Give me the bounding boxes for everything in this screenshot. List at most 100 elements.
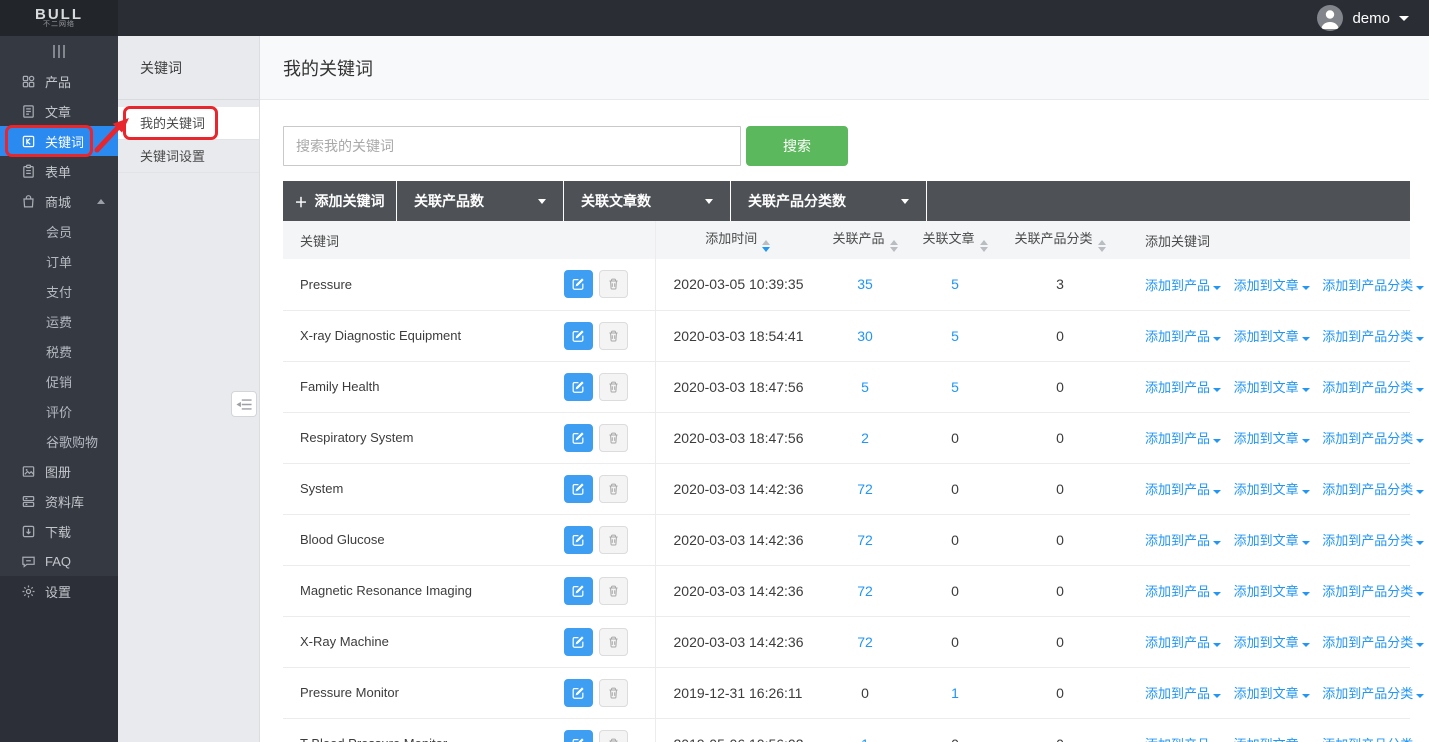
related-products-count[interactable]: 72 — [857, 583, 873, 599]
sidebar-item-promotion[interactable]: 促销 — [0, 366, 118, 396]
user-menu[interactable]: demo — [1317, 5, 1429, 31]
filter-related-products-dropdown[interactable]: 关联产品数 — [397, 181, 564, 221]
subnav-item-my-keywords[interactable]: 我的关键词 — [118, 107, 259, 140]
add-to-article-link[interactable]: 添加到文章 — [1234, 635, 1310, 650]
add-to-product-link[interactable]: 添加到产品 — [1145, 278, 1221, 293]
delete-button[interactable] — [599, 628, 628, 656]
add-to-product-link[interactable]: 添加到产品 — [1145, 686, 1221, 701]
edit-button[interactable] — [564, 730, 593, 742]
sidebar-item-library[interactable]: 资料库 — [0, 486, 118, 516]
add-to-article-link[interactable]: 添加到文章 — [1234, 278, 1310, 293]
delete-button[interactable] — [599, 577, 628, 605]
add-keyword-button[interactable]: 添加关键词 — [283, 181, 397, 221]
header-added-time[interactable]: 添加时间 — [655, 221, 820, 259]
related-products-count[interactable]: 30 — [857, 328, 873, 344]
add-to-category-link[interactable]: 添加到产品分类 — [1322, 380, 1424, 395]
edit-button[interactable] — [564, 424, 593, 452]
related-articles-count[interactable]: 0 — [951, 736, 959, 742]
sidebar-item-shipping[interactable]: 运费 — [0, 306, 118, 336]
add-to-article-link[interactable]: 添加到文章 — [1234, 584, 1310, 599]
sidebar-item-forms[interactable]: 表单 — [0, 156, 118, 186]
related-articles-count[interactable]: 0 — [951, 481, 959, 497]
add-to-product-link[interactable]: 添加到产品 — [1145, 482, 1221, 497]
add-to-article-link[interactable]: 添加到文章 — [1234, 380, 1310, 395]
related-products-count[interactable]: 35 — [857, 276, 873, 292]
related-products-count[interactable]: 72 — [857, 634, 873, 650]
add-to-article-link[interactable]: 添加到文章 — [1234, 533, 1310, 548]
delete-button[interactable] — [599, 424, 628, 452]
add-to-article-link[interactable]: 添加到文章 — [1234, 329, 1310, 344]
delete-button[interactable] — [599, 526, 628, 554]
sidebar-item-google-shopping[interactable]: 谷歌购物 — [0, 426, 118, 456]
sidebar-item-orders[interactable]: 订单 — [0, 246, 118, 276]
collapse-sidebar-button[interactable] — [0, 36, 118, 66]
delete-button[interactable] — [599, 373, 628, 401]
add-to-category-link[interactable]: 添加到产品分类 — [1322, 737, 1424, 742]
related-articles-count[interactable]: 0 — [951, 583, 959, 599]
add-to-article-link[interactable]: 添加到文章 — [1234, 431, 1310, 446]
sidebar-item-mall[interactable]: 商城 — [0, 186, 118, 216]
add-to-product-link[interactable]: 添加到产品 — [1145, 533, 1221, 548]
sort-icons[interactable] — [762, 240, 770, 252]
add-to-product-link[interactable]: 添加到产品 — [1145, 635, 1221, 650]
search-button[interactable]: 搜索 — [746, 126, 848, 166]
edit-button[interactable] — [564, 526, 593, 554]
related-articles-count[interactable]: 0 — [951, 634, 959, 650]
related-articles-count[interactable]: 0 — [951, 532, 959, 548]
delete-button[interactable] — [599, 679, 628, 707]
add-to-product-link[interactable]: 添加到产品 — [1145, 380, 1221, 395]
sidebar-item-faq[interactable]: FAQ — [0, 546, 118, 576]
delete-button[interactable] — [599, 270, 628, 298]
sidebar-item-tax[interactable]: 税费 — [0, 336, 118, 366]
add-to-category-link[interactable]: 添加到产品分类 — [1322, 533, 1424, 548]
add-to-category-link[interactable]: 添加到产品分类 — [1322, 329, 1424, 344]
sidebar-item-settings[interactable]: 设置 — [0, 576, 118, 606]
filter-related-categories-dropdown[interactable]: 关联产品分类数 — [731, 181, 927, 221]
add-to-product-link[interactable]: 添加到产品 — [1145, 584, 1221, 599]
edit-button[interactable] — [564, 577, 593, 605]
sort-icons[interactable] — [890, 240, 898, 252]
delete-button[interactable] — [599, 322, 628, 350]
sidebar-item-albums[interactable]: 图册 — [0, 456, 118, 486]
related-products-count[interactable]: 0 — [861, 685, 869, 701]
add-to-product-link[interactable]: 添加到产品 — [1145, 737, 1221, 742]
edit-button[interactable] — [564, 373, 593, 401]
sidebar-item-articles[interactable]: 文章 — [0, 96, 118, 126]
delete-button[interactable] — [599, 730, 628, 742]
subnav-item-keyword-settings[interactable]: 关键词设置 — [118, 140, 259, 173]
add-to-category-link[interactable]: 添加到产品分类 — [1322, 431, 1424, 446]
related-articles-count[interactable]: 5 — [951, 379, 959, 395]
sidebar-item-keywords[interactable]: 关键词 — [0, 126, 118, 156]
related-products-count[interactable]: 2 — [861, 430, 869, 446]
edit-button[interactable] — [564, 628, 593, 656]
edit-button[interactable] — [564, 475, 593, 503]
related-articles-count[interactable]: 5 — [951, 276, 959, 292]
panel-toggle-button[interactable] — [231, 391, 257, 417]
sidebar-item-reviews[interactable]: 评价 — [0, 396, 118, 426]
header-related-products[interactable]: 关联产品 — [820, 221, 910, 259]
related-products-count[interactable]: 72 — [857, 481, 873, 497]
sort-icons[interactable] — [1098, 240, 1106, 252]
add-to-article-link[interactable]: 添加到文章 — [1234, 482, 1310, 497]
add-to-product-link[interactable]: 添加到产品 — [1145, 431, 1221, 446]
add-to-category-link[interactable]: 添加到产品分类 — [1322, 635, 1424, 650]
edit-button[interactable] — [564, 679, 593, 707]
sidebar-item-products[interactable]: 产品 — [0, 66, 118, 96]
sort-icons[interactable] — [980, 240, 988, 252]
sidebar-item-members[interactable]: 会员 — [0, 216, 118, 246]
sidebar-item-downloads[interactable]: 下载 — [0, 516, 118, 546]
header-related-categories[interactable]: 关联产品分类 — [1000, 221, 1120, 259]
delete-button[interactable] — [599, 475, 628, 503]
add-to-category-link[interactable]: 添加到产品分类 — [1322, 278, 1424, 293]
sidebar-item-payment[interactable]: 支付 — [0, 276, 118, 306]
add-to-category-link[interactable]: 添加到产品分类 — [1322, 482, 1424, 497]
add-to-category-link[interactable]: 添加到产品分类 — [1322, 686, 1424, 701]
edit-button[interactable] — [564, 270, 593, 298]
logo[interactable]: BULL 不二网络 — [0, 0, 118, 36]
filter-related-articles-dropdown[interactable]: 关联文章数 — [564, 181, 731, 221]
edit-button[interactable] — [564, 322, 593, 350]
add-to-product-link[interactable]: 添加到产品 — [1145, 329, 1221, 344]
add-to-category-link[interactable]: 添加到产品分类 — [1322, 584, 1424, 599]
add-to-article-link[interactable]: 添加到文章 — [1234, 686, 1310, 701]
related-articles-count[interactable]: 0 — [951, 430, 959, 446]
